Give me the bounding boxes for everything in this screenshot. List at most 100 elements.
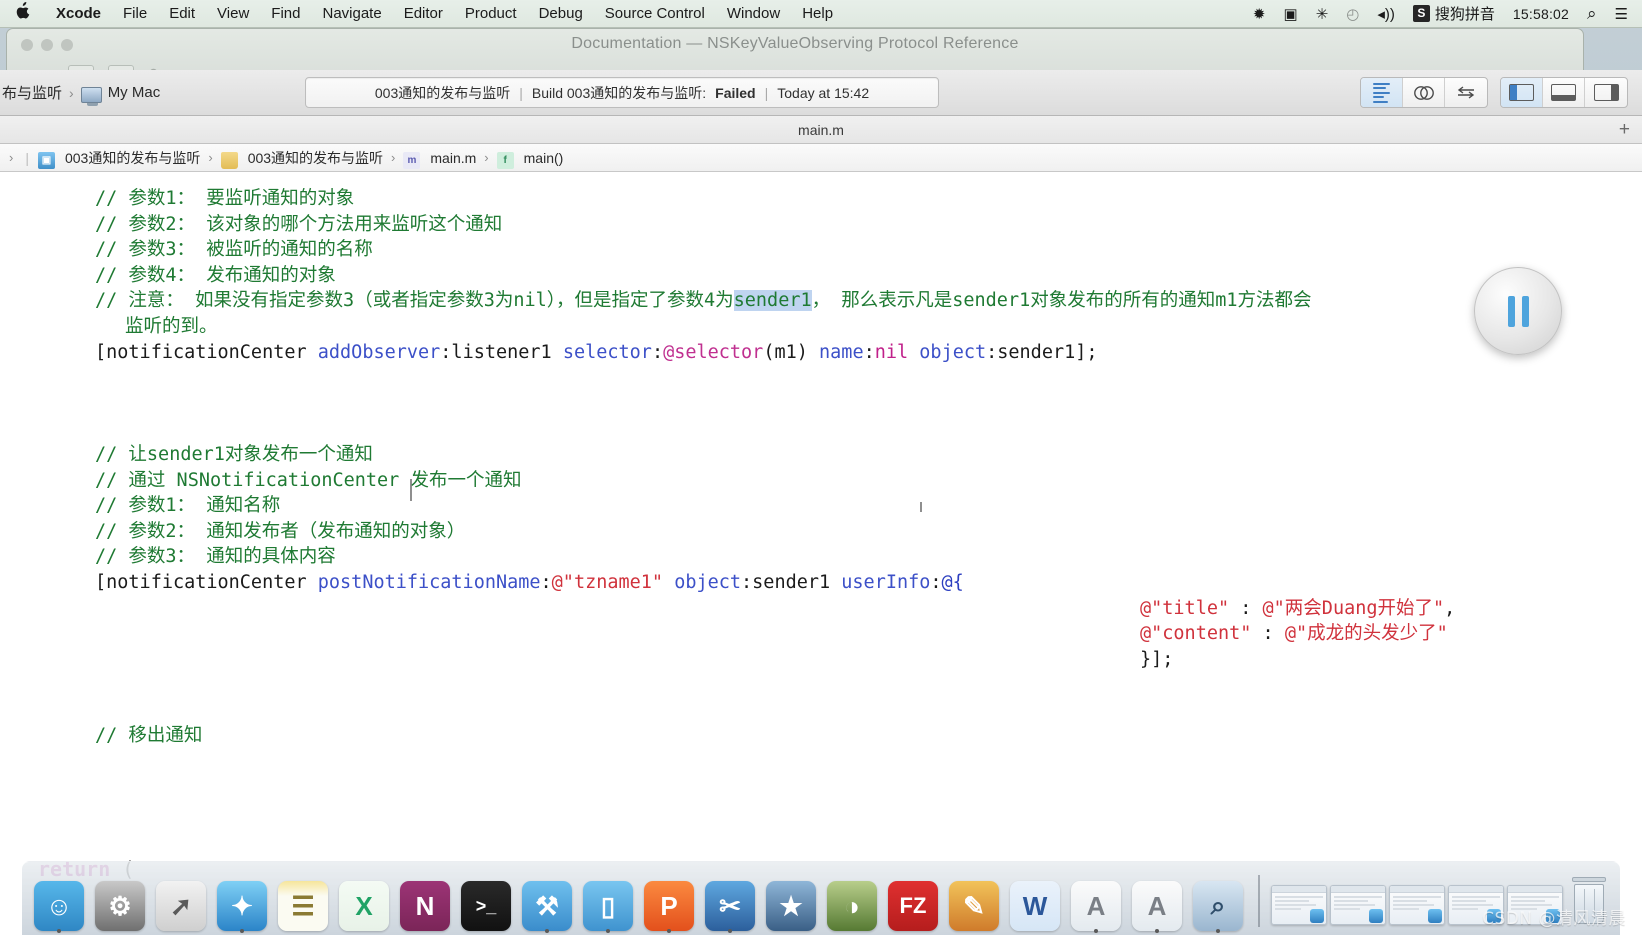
code-line[interactable]: 监听的到。 — [0, 314, 1642, 340]
dock-container[interactable]: ☺ ⚙ ➚ ✦ ☰ X N >_ ⚒ ▯ P ✂ ★ ◑ FZ ✎ W A A ⌕ — [22, 861, 1620, 935]
version-editor-button[interactable] — [1445, 78, 1487, 107]
code-line[interactable] — [0, 391, 1642, 417]
navigator-pane-icon — [1509, 84, 1534, 101]
code-line[interactable]: // 参数1： 通知名称 — [0, 493, 1642, 519]
notification-center-icon[interactable]: ☰ — [1606, 5, 1642, 23]
dock-minimized-window[interactable] — [1271, 885, 1327, 925]
code-line[interactable]: // 参数4： 发布通知的对象 — [0, 263, 1642, 289]
code-line[interactable] — [0, 416, 1642, 442]
code-line[interactable]: @"content" : @"成龙的头发少了" — [0, 621, 1642, 647]
code-line[interactable]: @"title" : @"两会Duang开始了", — [0, 596, 1642, 622]
menu-item-xcode[interactable]: Xcode — [45, 5, 112, 22]
dock-preview[interactable]: ⌕ — [1189, 871, 1247, 933]
dock-minimized-window[interactable] — [1389, 885, 1445, 925]
jump-bar-item-file[interactable]: main.m — [430, 150, 476, 166]
apple-logo-icon[interactable] — [0, 2, 45, 23]
dock-textedit-1[interactable]: A — [1067, 871, 1125, 933]
dock-filezilla[interactable]: FZ — [884, 871, 942, 931]
dock-word[interactable]: W — [1006, 871, 1064, 931]
dock-notes[interactable]: ☰ — [274, 871, 332, 931]
menu-item-window[interactable]: Window — [716, 5, 791, 22]
dock-separator — [1258, 875, 1260, 927]
screen-recording-icon[interactable]: ▣ — [1275, 5, 1307, 23]
volume-icon[interactable]: ◂)) — [1368, 5, 1404, 23]
menu-item-debug[interactable]: Debug — [528, 5, 594, 22]
menu-item-product[interactable]: Product — [454, 5, 528, 22]
dock-simulator[interactable]: ▯ — [579, 871, 637, 933]
menu-item-navigate[interactable]: Navigate — [311, 5, 392, 22]
jump-bar-item-project[interactable]: 003通知的发布与监听 — [65, 148, 200, 168]
menu-item-view[interactable]: View — [206, 5, 260, 22]
scheme-selector[interactable]: 布与监听 › My Mac — [0, 82, 160, 106]
code-line[interactable]: // 移出通知 — [0, 723, 1642, 749]
time-machine-icon[interactable]: ◴ — [1337, 5, 1368, 23]
dock-running-indicator — [240, 929, 244, 933]
active-tab-label[interactable]: main.m — [798, 122, 844, 138]
code-line[interactable]: // 参数3： 通知的具体内容 — [0, 544, 1642, 570]
code-line[interactable]: // 让sender1对象发布一个通知 — [0, 442, 1642, 468]
standard-editor-button[interactable] — [1361, 78, 1403, 107]
code-line[interactable]: // 参数3： 被监听的通知的名称 — [0, 237, 1642, 263]
dock-snip[interactable]: ✂ — [701, 871, 759, 933]
standard-editor-icon — [1373, 82, 1390, 103]
menu-bar: Xcode File Edit View Find Navigate Editor Produ… — [0, 0, 1642, 28]
dock-xcode[interactable]: ⚒ — [518, 871, 576, 933]
dock-system-preferences[interactable]: ⚙ — [91, 871, 149, 931]
code-line[interactable] — [0, 672, 1642, 698]
menu-item-editor[interactable]: Editor — [393, 5, 454, 22]
code-line[interactable] — [0, 698, 1642, 724]
code-line[interactable] — [0, 365, 1642, 391]
dock-excel[interactable]: X — [335, 871, 393, 931]
dock-launchpad[interactable]: ➚ — [152, 871, 210, 931]
code-line[interactable]: // 参数2： 该对象的哪个方法用来监听这个通知 — [0, 212, 1642, 238]
dock-minimized-window[interactable] — [1330, 885, 1386, 925]
code-line[interactable]: // 参数2： 通知发布者（发布通知的对象） — [0, 519, 1642, 545]
dock-paintbrush[interactable]: ✎ — [945, 871, 1003, 931]
source-code-editor[interactable]: // 参数1： 要监听通知的对象 // 参数2： 该对象的哪个方法用来监听这个通知… — [0, 172, 1642, 860]
toggle-debug-area-button[interactable] — [1543, 78, 1585, 107]
dock-navicat[interactable]: ◑ — [823, 871, 881, 931]
code-line[interactable]: [notificationCenter postNotificationName… — [0, 570, 1642, 596]
dock-imovie[interactable]: ★ — [762, 871, 820, 931]
jump-bar-item-group[interactable]: 003通知的发布与监听 — [248, 148, 383, 168]
menu-item-file[interactable]: File — [112, 5, 158, 22]
pause-hud[interactable] — [1474, 267, 1562, 355]
add-tab-icon[interactable]: + — [1619, 120, 1630, 139]
code-line[interactable]: // 注意： 如果没有指定参数3（或者指定参数3为nil），但是指定了参数4为s… — [0, 288, 1642, 314]
jump-bar-leading-chevron[interactable]: › — [9, 150, 13, 165]
code-token: // 参数2： 该对象的哪个方法用来监听这个通知 — [95, 213, 503, 235]
dock[interactable]: ☺ ⚙ ➚ ✦ ☰ X N >_ ⚒ ▯ P ✂ ★ ◑ FZ ✎ W A A ⌕ — [0, 857, 1642, 935]
view-toggles-segmented-control[interactable] — [1500, 77, 1628, 108]
airplay-icon[interactable]: ✳ — [1307, 5, 1338, 23]
menu-item-find[interactable]: Find — [260, 5, 311, 22]
code-line[interactable]: }]; — [0, 647, 1642, 673]
code-line[interactable]: [notificationCenter addObserver:listener… — [0, 340, 1642, 366]
jump-bar-item-symbol[interactable]: main() — [524, 150, 564, 166]
bluetooth-icon[interactable]: ✹ — [1244, 5, 1275, 23]
dock-pdf-expert[interactable]: P — [640, 871, 698, 933]
code-token: @"两会Duang开始了" — [1262, 597, 1445, 619]
code-token: [notificationCenter — [95, 341, 318, 363]
code-line[interactable]: // 通过 NSNotificationCenter 发布一个通知 — [0, 468, 1642, 494]
menu-item-help[interactable]: Help — [791, 5, 844, 22]
dock-finder[interactable]: ☺ — [30, 871, 88, 933]
menu-item-edit[interactable]: Edit — [158, 5, 206, 22]
activity-status-bar[interactable]: 003通知的发布与监听 | Build 003通知的发布与监听: Failed … — [305, 77, 939, 108]
spotlight-search-icon[interactable]: ⌕ — [1578, 4, 1606, 24]
menu-bar-clock[interactable]: 15:58:02 — [1504, 6, 1578, 22]
menu-item-source-control[interactable]: Source Control — [594, 5, 716, 22]
dock-textedit-2[interactable]: A — [1128, 871, 1186, 933]
jump-bar[interactable]: › | ▣ 003通知的发布与监听 › 003通知的发布与监听 › m main… — [0, 144, 1642, 172]
dock-safari[interactable]: ✦ — [213, 871, 271, 933]
editor-tab-bar[interactable]: main.m + — [0, 116, 1642, 144]
input-method-indicator[interactable]: S 搜狗拼音 — [1404, 3, 1504, 24]
toggle-navigator-button[interactable] — [1501, 78, 1543, 107]
code-token: :listener1 — [440, 341, 563, 363]
editor-mode-segmented-control[interactable] — [1360, 77, 1488, 108]
dock-onenote[interactable]: N — [396, 871, 454, 931]
dock-terminal[interactable]: >_ — [457, 871, 515, 931]
assistant-editor-button[interactable] — [1403, 78, 1445, 107]
code-line[interactable]: // 参数1： 要监听通知的对象 — [0, 186, 1642, 212]
toggle-utilities-button[interactable] — [1585, 78, 1627, 107]
code-token: selector — [562, 341, 652, 363]
